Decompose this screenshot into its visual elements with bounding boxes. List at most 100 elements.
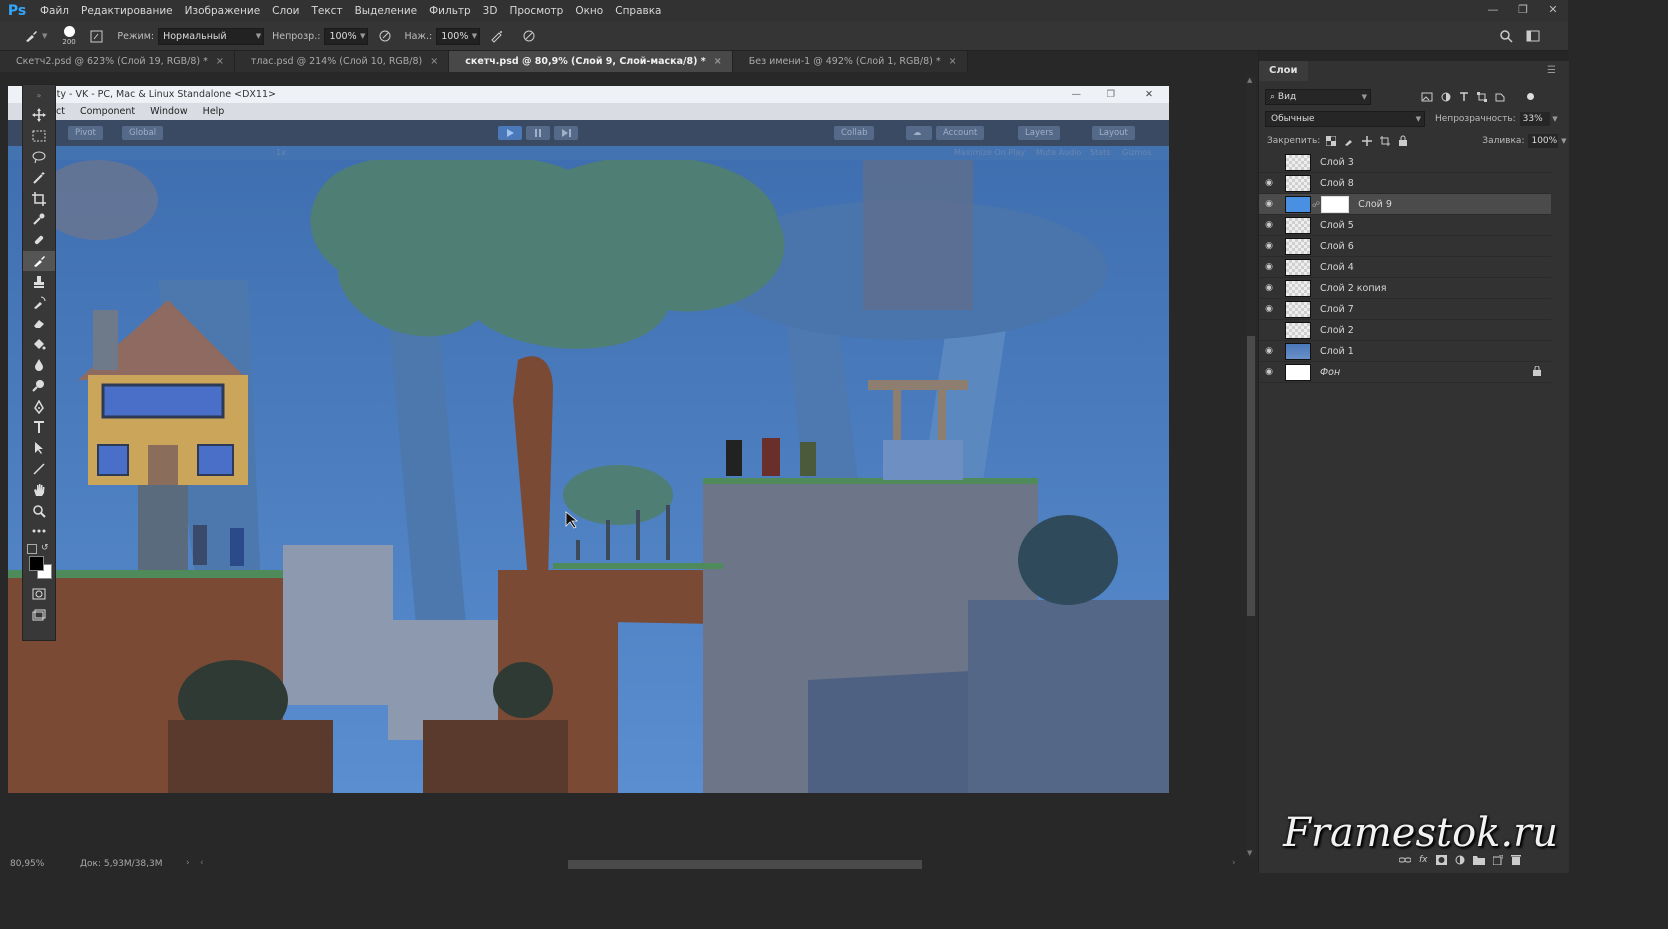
fill-field[interactable]: 100% ▼ xyxy=(1528,133,1566,148)
scroll-down-icon[interactable]: ▼ xyxy=(1247,849,1252,857)
menu-3d[interactable]: 3D xyxy=(477,0,504,22)
unity-close-icon[interactable]: ✕ xyxy=(1145,86,1153,103)
pressure-field[interactable]: 100% ▼ xyxy=(436,27,481,45)
tab-atlas[interactable]: тлас.psd @ 214% (Слой 10, RGB/8) × xyxy=(234,51,450,72)
new-group-icon[interactable] xyxy=(1472,855,1485,865)
move-icon[interactable] xyxy=(23,105,55,126)
pressure-size-icon[interactable] xyxy=(520,27,538,45)
filter-toggle-icon[interactable] xyxy=(1527,93,1534,100)
layer-mask-thumbnail[interactable] xyxy=(1321,195,1350,213)
tab-sketch[interactable]: скетч.psd @ 80,9% (Слой 9, Слой-маска/8)… xyxy=(449,51,733,72)
eye-icon[interactable]: ◉ xyxy=(1262,346,1276,356)
filter-adjustment-icon[interactable] xyxy=(1441,92,1451,102)
layer-row[interactable]: ◉ Слой 5 xyxy=(1259,215,1551,236)
color-swatches[interactable]: ↺ xyxy=(23,542,55,584)
menu-file[interactable]: Файл xyxy=(34,0,75,22)
layer-opacity-field[interactable]: 33% ▼ xyxy=(1519,111,1558,126)
brush-size-picker[interactable]: 200 xyxy=(59,24,81,48)
layer-row[interactable]: Слой 3 xyxy=(1259,152,1551,173)
unity-minimize-icon[interactable]: — xyxy=(1072,86,1082,103)
healing-icon[interactable] xyxy=(23,230,55,251)
menu-window[interactable]: Окно xyxy=(569,0,609,22)
line-icon[interactable] xyxy=(23,459,55,480)
layer-row[interactable]: ◉ Слой 6 xyxy=(1259,236,1551,257)
close-icon[interactable]: × xyxy=(949,56,957,67)
dodge-icon[interactable] xyxy=(23,375,55,396)
tab-sketch2[interactable]: Скетч2.psd @ 623% (Слой 19, RGB/8) * × xyxy=(0,51,235,72)
filter-shape-icon[interactable] xyxy=(1477,91,1487,102)
visibility-off-icon[interactable] xyxy=(1262,157,1276,167)
layer-row[interactable]: ◉ Слой 1 xyxy=(1259,341,1551,362)
adjustment-layer-icon[interactable] xyxy=(1455,855,1465,865)
pen-icon[interactable] xyxy=(23,396,55,417)
lock-transparent-icon[interactable] xyxy=(1326,135,1337,146)
close-icon[interactable]: × xyxy=(216,56,224,67)
global-button[interactable]: Global xyxy=(122,126,164,140)
brush-preset-icon[interactable] xyxy=(22,27,40,45)
blend-mode-select[interactable]: Обычные ▼ xyxy=(1265,110,1425,127)
menu-filter[interactable]: Фильтр xyxy=(423,0,477,22)
tab-layers[interactable]: Слои xyxy=(1259,61,1308,81)
stats[interactable]: Stats xyxy=(1090,148,1110,157)
horizontal-scroll-thumb[interactable] xyxy=(568,860,922,869)
type-icon[interactable] xyxy=(23,417,55,438)
swap-colors-icon[interactable]: ↺ xyxy=(41,543,49,553)
mode-select[interactable]: Нормальный ▼ xyxy=(158,27,265,45)
lock-all-icon[interactable] xyxy=(1398,135,1408,146)
unity-menu-project[interactable]: ct xyxy=(56,106,65,117)
document-canvas[interactable]: ity - VK - PC, Mac & Linux Standalone <D… xyxy=(8,86,1169,793)
add-mask-icon[interactable] xyxy=(1435,854,1447,865)
layer-filter-select[interactable]: ⌕ Вид ▼ xyxy=(1265,88,1371,105)
lock-pixels-icon[interactable] xyxy=(1344,136,1354,146)
paint-bucket-icon[interactable] xyxy=(23,334,55,355)
visibility-off-icon[interactable] xyxy=(1262,325,1276,335)
stamp-icon[interactable] xyxy=(23,271,55,292)
layer-row[interactable]: ◉ Слой 2 копия xyxy=(1259,278,1551,299)
path-select-icon[interactable] xyxy=(23,438,55,459)
scroll-left-icon[interactable]: ‹ xyxy=(200,858,204,868)
menu-layers[interactable]: Слои xyxy=(266,0,305,22)
close-icon[interactable]: ✕ xyxy=(1538,0,1568,22)
pivot-button[interactable]: Pivot xyxy=(68,126,103,140)
brush-icon[interactable] xyxy=(23,250,55,272)
panel-menu-icon[interactable]: ☰ xyxy=(1547,65,1556,76)
layer-row[interactable]: ◉ Слой 4 xyxy=(1259,257,1551,278)
layout-dropdown[interactable]: Layout xyxy=(1092,126,1135,140)
crop-icon[interactable] xyxy=(23,188,55,209)
workspace-icon[interactable] xyxy=(1524,27,1542,45)
menu-text[interactable]: Текст xyxy=(305,0,348,22)
hand-icon[interactable] xyxy=(23,479,55,500)
layer-row[interactable]: ◉ Фон xyxy=(1259,362,1551,383)
brush-panel-icon[interactable] xyxy=(87,27,105,45)
close-icon[interactable]: × xyxy=(430,56,438,67)
toolbar-grip[interactable]: » xyxy=(23,85,55,105)
gizmos[interactable]: Gizmos xyxy=(1122,148,1151,157)
menu-edit[interactable]: Редактирование xyxy=(75,0,179,22)
minimize-icon[interactable]: — xyxy=(1478,0,1508,22)
filter-type-icon[interactable] xyxy=(1459,91,1469,102)
fx-icon[interactable]: fx xyxy=(1419,855,1428,865)
step-button[interactable] xyxy=(554,126,578,140)
marquee-icon[interactable] xyxy=(23,126,55,147)
maximize-on-play[interactable]: Maximize On Play xyxy=(954,148,1025,157)
foreground-color-swatch[interactable] xyxy=(29,555,44,571)
close-icon[interactable]: × xyxy=(714,56,722,67)
new-layer-icon[interactable] xyxy=(1492,854,1503,865)
search-icon[interactable] xyxy=(1497,27,1515,45)
eye-icon[interactable]: ◉ xyxy=(1262,304,1276,314)
eye-icon[interactable]: ◉ xyxy=(1262,367,1276,377)
layer-row-selected[interactable]: ◉ ☍ Слой 9 xyxy=(1259,194,1551,215)
pressure-opacity-icon[interactable] xyxy=(376,27,394,45)
eye-icon[interactable]: ◉ xyxy=(1262,220,1276,230)
lock-icon[interactable] xyxy=(1533,365,1541,379)
menu-view[interactable]: Просмотр xyxy=(503,0,569,22)
quick-mask-icon[interactable] xyxy=(23,584,55,605)
airbrush-icon[interactable] xyxy=(488,27,506,45)
eye-icon[interactable]: ◉ xyxy=(1262,262,1276,272)
unity-menu-component[interactable]: Component xyxy=(80,106,135,117)
blur-icon[interactable] xyxy=(23,355,55,376)
zoom-icon[interactable] xyxy=(23,500,55,521)
restore-icon[interactable]: ❐ xyxy=(1508,0,1538,22)
eye-icon[interactable]: ◉ xyxy=(1262,241,1276,251)
scroll-right-icon[interactable]: › xyxy=(1232,858,1236,868)
